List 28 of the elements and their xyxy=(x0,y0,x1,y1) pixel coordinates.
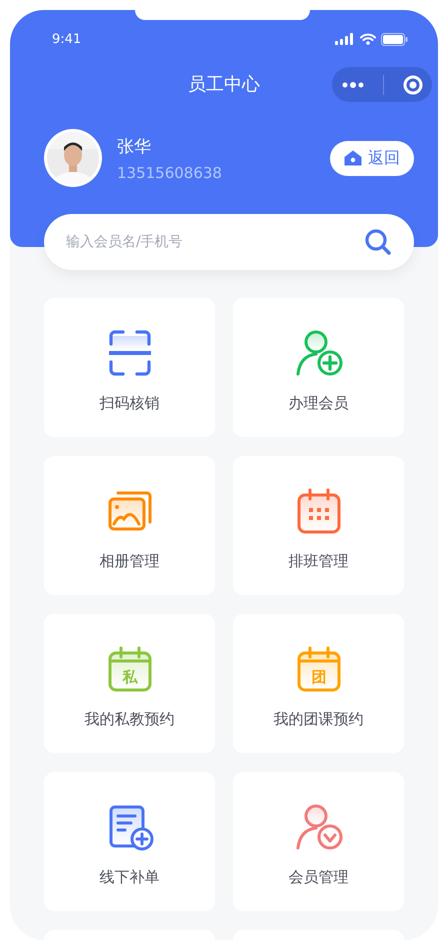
menu-tile[interactable]: 线下补单 xyxy=(44,772,215,911)
menu-tile[interactable]: 办理会员 xyxy=(233,298,404,437)
user-phone: 13515608638 xyxy=(117,164,223,182)
tile-label: 办理会员 xyxy=(288,394,348,413)
menu-tile[interactable]: 会员管理 xyxy=(233,772,404,911)
tile-label: 会员管理 xyxy=(288,868,348,887)
wifi-icon xyxy=(360,33,376,45)
tile-label: 排班管理 xyxy=(288,552,348,571)
home-icon xyxy=(344,150,362,166)
tile-label: 相册管理 xyxy=(100,552,160,571)
tile-label: 扫码核销 xyxy=(100,394,160,413)
menu-tile[interactable]: 排班管理 xyxy=(233,456,404,595)
battery-icon xyxy=(381,32,408,46)
back-button[interactable]: 返回 xyxy=(330,140,414,176)
status-time: 9:41 xyxy=(52,32,82,46)
menu-tile[interactable]: 扫码核销 xyxy=(44,298,215,437)
tile-label: 我的私教预约 xyxy=(84,710,174,729)
user-name: 张华 xyxy=(117,136,152,158)
tile-label: 我的团课预约 xyxy=(274,710,364,729)
menu-tile[interactable]: 团 我的团课预约 xyxy=(233,614,404,753)
more-icon[interactable] xyxy=(342,82,364,88)
menu-tile[interactable]: 相册管理 xyxy=(44,456,215,595)
menu-tile[interactable]: 私 我的私教预约 xyxy=(44,614,215,753)
page-title: 员工中心 xyxy=(188,73,260,96)
search-field[interactable]: 输入会员名/手机号 xyxy=(44,214,414,270)
tile-label: 线下补单 xyxy=(100,868,160,887)
search-icon[interactable] xyxy=(364,228,392,256)
signal-icon xyxy=(335,33,355,45)
